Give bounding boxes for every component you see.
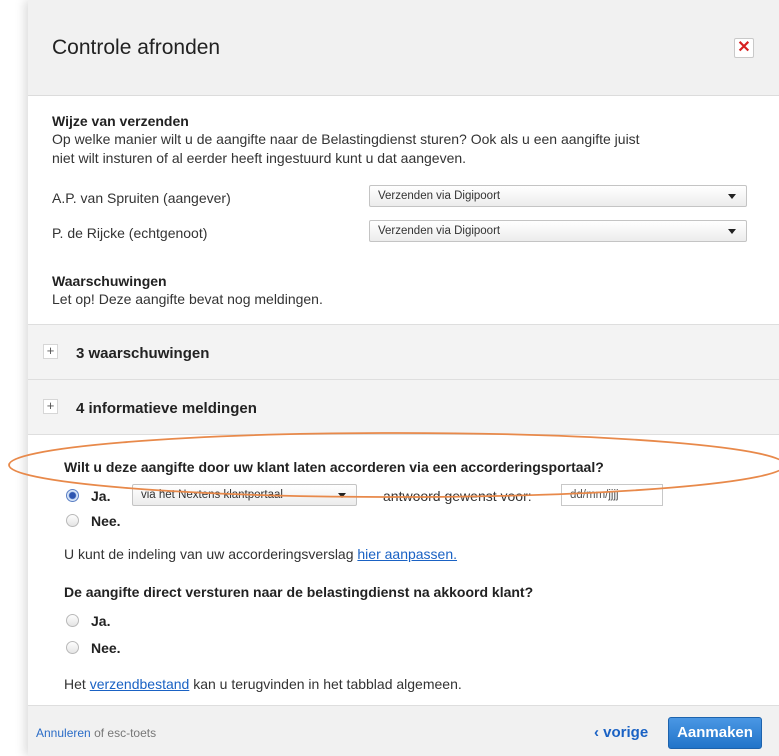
chevron-down-icon <box>338 493 346 498</box>
approval-yes-radio[interactable] <box>66 489 79 502</box>
chevron-down-icon <box>728 194 736 199</box>
report-layout-link[interactable]: hier aanpassen. <box>357 546 457 562</box>
send-file-text: Het verzendbestand kan u terugvinden in … <box>64 675 462 694</box>
close-icon[interactable]: ✕ <box>734 38 754 58</box>
direct-send-question: De aangifte direct versturen naar de bel… <box>64 584 534 600</box>
previous-button[interactable]: ‹ vorige <box>594 724 648 741</box>
accordion-info-messages[interactable]: + 4 informatieve meldingen <box>28 379 779 435</box>
send-method-description-line2: niet wilt insturen of al eerder heeft in… <box>52 150 467 166</box>
approval-no-radio[interactable] <box>66 514 79 527</box>
warnings-heading: Waarschuwingen <box>52 273 167 289</box>
cancel-link[interactable]: Annuleren <box>36 726 91 740</box>
deadline-label: antwoord gewenst voor: <box>383 488 532 504</box>
expand-plus-icon: + <box>43 399 58 414</box>
approval-yes-label: Ja. <box>91 488 111 504</box>
dialog-footer: Annuleren of esc-toets ‹ vorige Aanmaken <box>28 705 779 756</box>
person-label-echtgenoot: P. de Rijcke (echtgenoot) <box>52 225 208 241</box>
expand-plus-icon: + <box>43 344 58 359</box>
cancel-hint: Annuleren of esc-toets <box>36 726 156 740</box>
warnings-text: Let op! Deze aangifte bevat nog meldinge… <box>52 291 323 307</box>
select-value: via het Nextens klantportaal <box>141 489 283 501</box>
accordion-warnings[interactable]: + 3 waarschuwingen <box>28 324 779 380</box>
controle-afronden-dialog: Controle afronden ✕ Wijze van verzenden … <box>28 0 779 756</box>
select-value: Verzenden via Digipoort <box>378 190 501 202</box>
direct-send-yes-radio[interactable] <box>66 614 79 627</box>
approval-no-label: Nee. <box>91 513 121 529</box>
direct-send-no-label: Nee. <box>91 640 121 656</box>
report-layout-text: U kunt de indeling van uw accorderingsve… <box>64 545 457 564</box>
approval-question: Wilt u deze aangifte door uw klant laten… <box>64 459 604 475</box>
deadline-date-input[interactable]: dd/mm/jjjj <box>561 484 663 506</box>
select-value: Verzenden via Digipoort <box>378 225 501 237</box>
dialog-header: Controle afronden ✕ <box>28 0 779 96</box>
cancel-suffix: of esc-toets <box>94 726 157 740</box>
send-file-link[interactable]: verzendbestand <box>90 676 190 692</box>
send-method-description-line1: Op welke manier wilt u de aangifte naar … <box>52 131 640 147</box>
send-method-select-aangever[interactable]: Verzenden via Digipoort <box>369 185 747 207</box>
direct-send-yes-label: Ja. <box>91 613 111 629</box>
dialog-title: Controle afronden <box>52 36 221 59</box>
send-method-heading: Wijze van verzenden <box>52 113 189 129</box>
accordion-info-messages-label: 4 informatieve meldingen <box>76 400 257 417</box>
chevron-down-icon <box>728 229 736 234</box>
send-file-text-after: kan u terugvinden in het tabblad algemee… <box>193 676 462 692</box>
person-label-aangever: A.P. van Spruiten (aangever) <box>52 190 231 206</box>
portal-select[interactable]: via het Nextens klantportaal <box>132 484 357 506</box>
send-method-select-echtgenoot[interactable]: Verzenden via Digipoort <box>369 220 747 242</box>
report-layout-label: U kunt de indeling van uw accorderingsve… <box>64 546 354 562</box>
create-button[interactable]: Aanmaken <box>668 717 762 749</box>
accordion-warnings-label: 3 waarschuwingen <box>76 345 210 362</box>
direct-send-no-radio[interactable] <box>66 641 79 654</box>
send-file-text-before: Het <box>64 676 86 692</box>
